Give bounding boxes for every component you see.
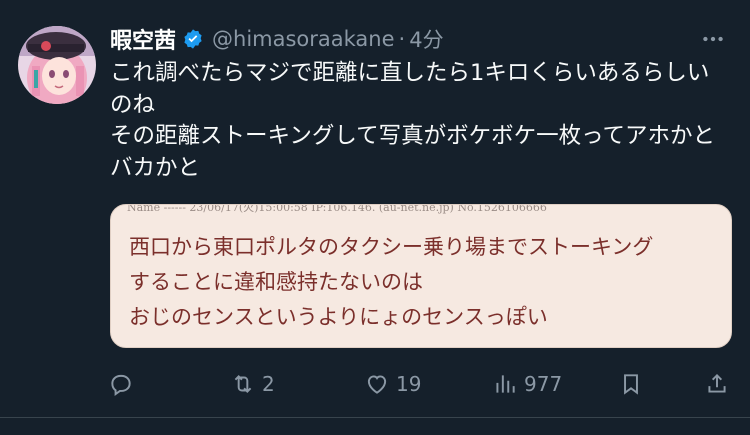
tweet-divider <box>0 417 750 418</box>
meta-separator: · <box>398 27 406 51</box>
tweet-header: 暇空茜 @himasoraakane · 4分 <box>110 22 730 56</box>
reply-icon <box>111 374 131 396</box>
share-button[interactable] <box>704 364 730 404</box>
more-icon[interactable] <box>698 24 728 54</box>
like-button[interactable]: 19 <box>364 364 421 404</box>
verified-badge-icon <box>182 28 204 50</box>
reply-button[interactable] <box>108 364 140 404</box>
avatar[interactable] <box>18 26 96 104</box>
heart-icon <box>367 375 387 394</box>
retweet-icon <box>234 375 252 393</box>
share-icon <box>708 373 726 393</box>
retweet-button[interactable]: 2 <box>230 364 275 404</box>
views-button[interactable]: 977 <box>492 364 562 404</box>
user-handle[interactable]: @himasoraakane <box>212 27 395 51</box>
view-count: 977 <box>524 372 563 396</box>
tweet-media-image[interactable]: Name ------ 23/06/17(火)15:00:58 IP:106.1… <box>110 204 732 348</box>
tweet[interactable]: 暇空茜 @himasoraakane · 4分 これ調べたらマジで距離に直したら… <box>0 0 750 435</box>
timestamp[interactable]: 4分 <box>409 24 443 54</box>
media-text-line: 西口から東口ポルタのタクシー乗り場までストーキング <box>129 235 654 259</box>
like-count: 19 <box>396 372 422 396</box>
tweet-text: これ調べたらマジで距離に直したら1キロくらいあるらしいのね その距離ストーキング… <box>110 60 716 181</box>
display-name[interactable]: 暇空茜 <box>110 23 176 55</box>
bookmark-button[interactable] <box>618 364 644 404</box>
retweet-count: 2 <box>262 372 275 396</box>
media-text-line: することに違和感持たないのは <box>129 270 423 294</box>
views-icon <box>496 375 515 393</box>
bookmark-icon <box>624 374 638 395</box>
media-text-line: おじのセンスというよりにょのセンスっぽい <box>129 305 548 329</box>
media-top-fragment: Name ------ 23/06/17(火)15:00:58 IP:106.1… <box>127 204 547 214</box>
avatar-image <box>18 26 96 104</box>
tweet-actions: 2 19 977 <box>104 364 738 404</box>
